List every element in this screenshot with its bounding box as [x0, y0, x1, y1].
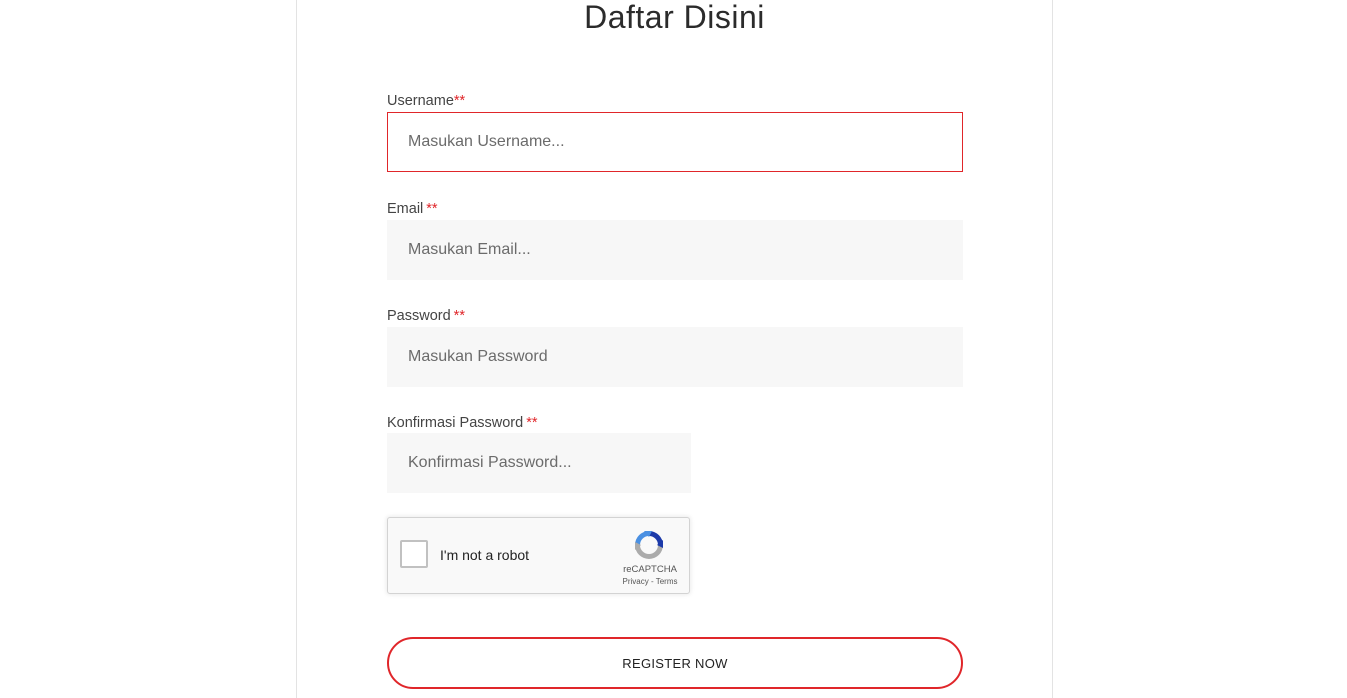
email-label: Email **	[387, 200, 438, 218]
register-card: Daftar Disini Username** Email** Passwor…	[296, 0, 1053, 698]
required-mark: **	[453, 93, 466, 109]
required-mark: **	[426, 201, 438, 217]
email-input[interactable]	[387, 220, 963, 280]
page-title: Daftar Disini	[584, 0, 765, 35]
email-label-text: Email	[387, 201, 424, 217]
required-mark: **	[526, 415, 538, 431]
confirm-password-label-text: Konfirmasi Password	[387, 415, 524, 431]
username-label: Username**	[387, 92, 465, 110]
recaptcha-text: I'm not a robot	[440, 547, 530, 563]
register-button[interactable]: REGISTER NOW	[387, 637, 963, 689]
required-mark: **	[453, 308, 465, 324]
recaptcha-links[interactable]: Privacy - Terms	[610, 577, 690, 586]
username-input[interactable]	[387, 112, 963, 172]
recaptcha-brand: reCAPTCHA	[623, 564, 677, 575]
password-label: Password **	[387, 307, 465, 325]
username-label-text: Username	[387, 93, 454, 109]
recaptcha-logo-icon	[635, 531, 663, 559]
password-label-text: Password	[387, 308, 451, 324]
recaptcha-checkbox[interactable]	[400, 540, 428, 568]
recaptcha-widget: I'm not a robot reCAPTCHA Privacy - Term…	[387, 517, 690, 594]
confirm-password-label: Konfirmasi Password **	[387, 414, 537, 432]
password-input[interactable]	[387, 327, 963, 387]
confirm-password-input[interactable]	[387, 433, 691, 493]
